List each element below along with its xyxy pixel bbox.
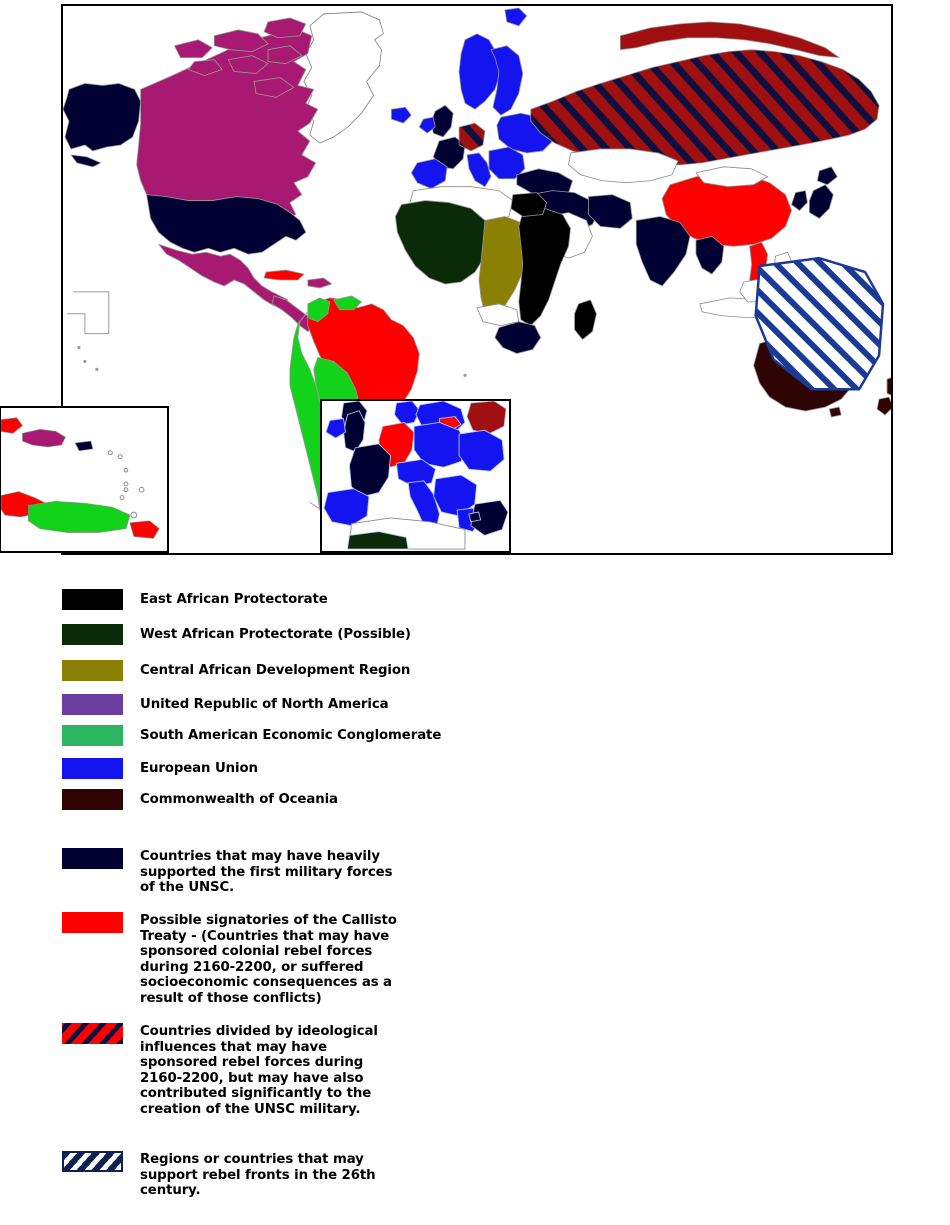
legend-swatch-east-african-protectorate — [62, 589, 123, 610]
legend-row-unsc-supporters: Countries that may have heavily supporte… — [0, 848, 400, 896]
legend-swatch-central-african-development-region — [62, 660, 123, 681]
legend-row-callisto-treaty-signatories: Possible signatories of the Callisto Tre… — [0, 912, 400, 1007]
legend-row-west-african-protectorate: West African Protectorate (Possible) — [0, 624, 411, 645]
inset-cyprus — [468, 511, 482, 523]
caribbean-inset — [0, 406, 169, 553]
legend-swatch-ideologically-divided-countries — [62, 1023, 123, 1044]
legend-label-central-african-development-region: Central African Development Region — [140, 663, 411, 678]
legend-label-unsc-supporters: Countries that may have heavily supporte… — [140, 849, 393, 896]
legend-swatch-commonwealth-of-oceania — [62, 789, 123, 810]
legend-label-rebel-front-support-regions: Regions or countries that may support re… — [140, 1152, 376, 1199]
legend-label-european-union: European Union — [140, 761, 258, 776]
legend-swatch-united-republic-of-north-america — [62, 694, 123, 715]
legend-row-rebel-front-support-regions: Regions or countries that may support re… — [0, 1151, 400, 1199]
legend-row-ideologically-divided-countries: Countries divided by ideological influen… — [0, 1023, 400, 1118]
legend-label-ideologically-divided-countries: Countries divided by ideological influen… — [140, 1024, 378, 1117]
legend-swatch-european-union — [62, 758, 123, 779]
legend-label-east-african-protectorate: East African Protectorate — [140, 592, 328, 607]
legend-label-south-american-economic-conglomerate: South American Economic Conglomerate — [140, 728, 442, 743]
legend-swatch-unsc-supporters — [62, 848, 123, 869]
country-tasmania — [828, 406, 842, 418]
legend-row-commonwealth-of-oceania: Commonwealth of Oceania — [0, 789, 338, 810]
legend-row-united-republic-of-north-america: United Republic of North America — [0, 694, 389, 715]
legend-row-east-african-protectorate: East African Protectorate — [0, 589, 328, 610]
legend-label-united-republic-of-north-america: United Republic of North America — [140, 697, 389, 712]
legend-swatch-west-african-protectorate — [62, 624, 123, 645]
legend-row-south-american-economic-conglomerate: South American Economic Conglomerate — [0, 725, 441, 746]
legend-swatch-south-american-economic-conglomerate — [62, 725, 123, 746]
legend-row-central-african-development-region: Central African Development Region — [0, 660, 410, 681]
legend-row-european-union: European Union — [0, 758, 258, 779]
legend-label-west-african-protectorate: West African Protectorate (Possible) — [140, 627, 411, 642]
legend-label-commonwealth-of-oceania: Commonwealth of Oceania — [140, 792, 338, 807]
legend-swatch-callisto-treaty-signatories — [62, 912, 123, 933]
europe-inset-svg — [322, 401, 509, 551]
europe-inset — [320, 399, 511, 553]
legend-label-callisto-treaty-signatories: Possible signatories of the Callisto Tre… — [140, 913, 397, 1006]
legend-swatch-rebel-front-support-regions — [62, 1151, 123, 1172]
caribbean-inset-svg — [1, 408, 167, 551]
